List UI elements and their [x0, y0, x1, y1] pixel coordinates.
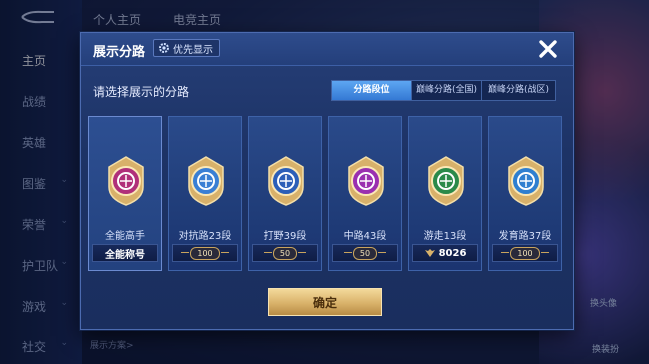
- dialog-title: 展示分路: [93, 45, 146, 60]
- confirm-button[interactable]: 确定: [268, 288, 382, 316]
- gear-icon: [159, 43, 169, 53]
- lane-card-all-round[interactable]: 全能高手 全能称号: [88, 116, 162, 271]
- priority-display-button[interactable]: 优先显示: [153, 39, 220, 57]
- rank-points: 8026: [424, 247, 467, 259]
- segment-peak-region[interactable]: 巅峰分路(战区): [481, 81, 555, 100]
- lane-rank-badge: 100: [492, 244, 558, 262]
- segment-lane-rank[interactable]: 分路段位: [332, 81, 411, 100]
- lane-role-label: 全能高手: [105, 231, 145, 242]
- close-icon[interactable]: [536, 37, 560, 61]
- lane-card-clash-lane[interactable]: 对抗路23段 100: [168, 116, 242, 271]
- lane-role-label: 对抗路23段: [178, 231, 232, 242]
- lane-emblem-icon: [508, 156, 544, 206]
- lane-rank-badge: 全能称号: [92, 244, 158, 262]
- lane-rank-badge: 50: [332, 244, 398, 262]
- lane-card-roam[interactable]: 游走13段 8026: [408, 116, 482, 271]
- rank-stars-pill: 100: [501, 246, 550, 260]
- lane-card-mid-lane[interactable]: 中路43段 50: [328, 116, 402, 271]
- rank-points-value: 8026: [438, 247, 467, 259]
- lane-rank-badge: 8026: [412, 244, 478, 262]
- select-lane-prompt: 请选择展示的分路: [93, 85, 190, 99]
- rank-title-text: 全能称号: [105, 249, 145, 261]
- lane-role-label: 游走13段: [423, 231, 467, 242]
- dialog-header: 展示分路 优先显示: [81, 33, 573, 66]
- lane-role-label: 打野39段: [263, 231, 307, 242]
- lane-emblem-icon: [428, 156, 464, 206]
- wings-icon: [424, 249, 435, 257]
- lane-emblem-icon: [348, 156, 384, 206]
- lane-type-segmented-control: 分路段位 巅峰分路(全国) 巅峰分路(战区): [331, 80, 556, 101]
- lane-emblem-icon: [188, 156, 224, 206]
- lane-rank-badge: 100: [172, 244, 238, 262]
- lane-card-farm-lane[interactable]: 发育路37段 100: [488, 116, 562, 271]
- rank-stars-pill: 50: [263, 246, 307, 260]
- lane-role-label: 中路43段: [343, 231, 387, 242]
- rank-stars-pill: 100: [181, 246, 230, 260]
- lane-display-dialog: 展示分路 优先显示 请选择展示的分路 分路段位 巅峰分路(全国) 巅峰分路(战区…: [80, 32, 574, 330]
- segment-peak-national[interactable]: 巅峰分路(全国): [411, 81, 481, 100]
- lane-rank-badge: 50: [252, 244, 318, 262]
- lane-role-label: 发育路37段: [498, 231, 552, 242]
- rank-stars-pill: 50: [343, 246, 387, 260]
- priority-display-label: 优先显示: [173, 44, 213, 56]
- lane-emblem-icon: [108, 156, 144, 206]
- lane-card-jungle[interactable]: 打野39段 50: [248, 116, 322, 271]
- lane-emblem-icon: [268, 156, 304, 206]
